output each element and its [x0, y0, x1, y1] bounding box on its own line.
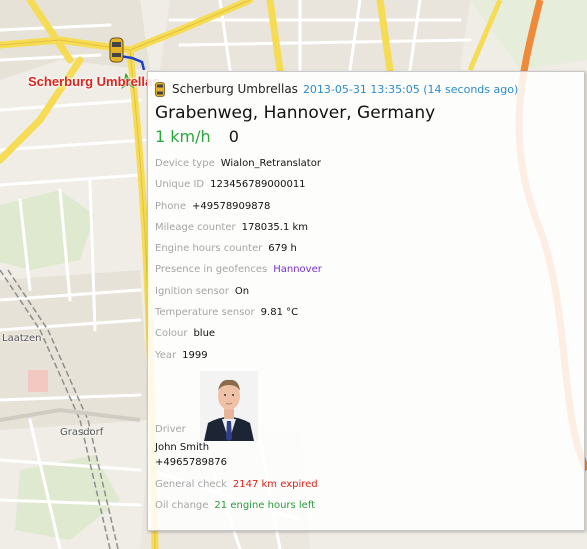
- property-row-year: Year 1999: [155, 345, 576, 366]
- driver-label: Driver: [155, 423, 186, 435]
- unit-properties: Device type Wialon_Retranslator Unique ID…: [155, 153, 576, 366]
- property-value: 178035.1 km: [241, 221, 309, 233]
- unit-info-tooltip: Scherburg Umbrellas 2013-05-31 13:35:05 …: [147, 71, 585, 531]
- service-status-expired: 2147 km expired: [232, 478, 318, 490]
- property-row-engine-hours: Engine hours counter 679 h: [155, 238, 576, 259]
- property-row-unique-id: Unique ID 123456789000011: [155, 174, 576, 195]
- speed-value: 1 km/h: [155, 127, 211, 146]
- speed-course-row: 1 km/h 0: [155, 127, 576, 149]
- unit-map-label: Scherburg Umbrellas: [28, 74, 160, 89]
- property-value: 123456789000011: [210, 179, 306, 191]
- driver-name: John Smith: [155, 441, 210, 453]
- unit-address: Grabenweg, Hannover, Germany: [155, 103, 436, 123]
- property-label: Device type: [155, 158, 215, 169]
- driver-phone: +4965789876: [155, 456, 228, 468]
- property-value: 9.81 °C: [260, 307, 299, 319]
- property-label: Year: [155, 349, 177, 361]
- place-label-laatzen: Laatzen: [2, 333, 42, 344]
- driver-section: Driver: [155, 368, 576, 441]
- car-icon: [155, 81, 165, 97]
- property-value: 1999: [182, 349, 208, 361]
- property-label: Ignition sensor: [155, 285, 229, 297]
- property-row-temperature: Temperature sensor 9.81 °C: [155, 302, 576, 323]
- course-value: 0: [228, 127, 239, 146]
- last-message-time: 2013-05-31 13:35:05 (14 seconds ago): [302, 82, 519, 96]
- service-label: General check: [155, 478, 227, 490]
- property-row-ignition: Ignition sensor On: [155, 281, 576, 302]
- service-status-ok: 21 engine hours left: [214, 500, 316, 512]
- property-label: Engine hours counter: [155, 243, 263, 255]
- unit-name: Scherburg Umbrellas: [172, 82, 298, 96]
- car-icon: [109, 37, 124, 63]
- service-label: Oil change: [155, 500, 209, 512]
- driver-photo: [200, 370, 258, 441]
- property-value: +49578909878: [191, 200, 271, 212]
- property-label: Unique ID: [155, 179, 205, 191]
- service-row-general-check: General check 2147 km expired: [155, 474, 576, 495]
- property-label: Mileage counter: [155, 221, 236, 233]
- property-value: Wialon_Retranslator: [220, 158, 321, 169]
- property-row-colour: Colour blue: [155, 323, 576, 344]
- property-value: On: [234, 285, 250, 297]
- service-row-oil-change: Oil change 21 engine hours left: [155, 495, 576, 516]
- property-value: 679 h: [268, 243, 297, 255]
- property-label: Colour: [155, 328, 188, 340]
- tooltip-header: Scherburg Umbrellas 2013-05-31 13:35:05 …: [155, 80, 576, 98]
- geofence-link[interactable]: Hannover: [273, 264, 322, 275]
- property-value: blue: [193, 328, 216, 340]
- property-row-geofences: Presence in geofences Hannover: [155, 259, 576, 280]
- property-label: Phone: [155, 200, 186, 212]
- property-label: Temperature sensor: [155, 307, 255, 319]
- property-label: Presence in geofences: [155, 264, 268, 276]
- property-row-device-type: Device type Wialon_Retranslator: [155, 153, 576, 174]
- place-label-grasdorf: Grasdorf: [60, 427, 104, 438]
- property-row-phone: Phone +49578909878: [155, 196, 576, 217]
- property-row-mileage: Mileage counter 178035.1 km: [155, 217, 576, 238]
